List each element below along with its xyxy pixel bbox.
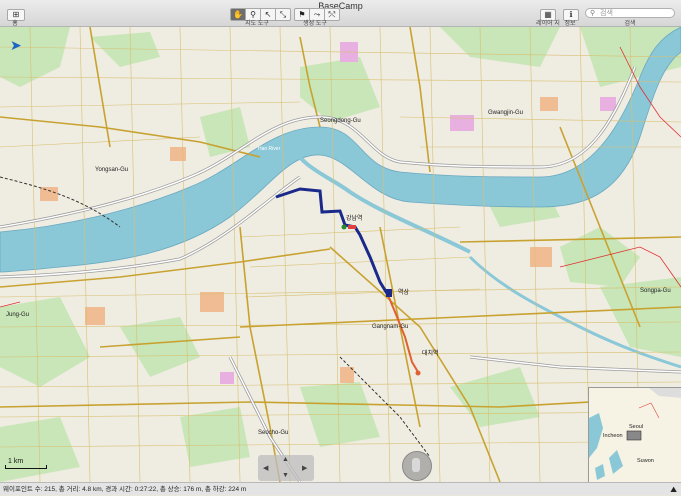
measure-tool-icon[interactable]: ⤡ (276, 8, 291, 21)
label-seongdong: Seongdong-Gu (320, 118, 361, 124)
label-songpa: Songpa-Gu (640, 288, 671, 294)
search-icon: ⚲ (590, 10, 596, 17)
label-gwangjin: Gwangjin-Gu (488, 110, 524, 116)
search-input[interactable]: ⚲ 검색 (585, 8, 675, 18)
route-segment-marker (348, 225, 356, 229)
compass-control[interactable] (402, 451, 432, 481)
pan-right-icon[interactable]: ▶ (302, 464, 307, 472)
overview-label-suwon: Suwon (637, 458, 654, 464)
profile-icon[interactable]: ⛰ (670, 483, 677, 496)
status-bar: 웨이포인트 수: 215, 총 거리: 4.8 km, 경과 시간: 0:27:… (0, 482, 681, 495)
pin-label-3: 역삼 (398, 290, 410, 296)
map-tools-label: 지도 도구 (245, 21, 269, 27)
status-text: 웨이포인트 수: 215, 총 거리: 4.8 km, 경과 시간: 0:27:… (3, 486, 247, 493)
label-yongsan: Yongsan-Gu (95, 167, 129, 173)
end-marker[interactable] (415, 370, 421, 376)
create-tools-label: 생성 도구 (303, 21, 327, 27)
pan-left-icon[interactable]: ◀ (263, 464, 268, 472)
info-label: 정보 (564, 21, 576, 27)
scale-bar (5, 465, 47, 469)
compass-needle-icon (412, 458, 420, 472)
search-label: 검색 (624, 21, 636, 27)
north-arrow-icon: ➤ (10, 37, 22, 53)
overview-map[interactable]: Seoul Incheon Suwon (588, 387, 681, 482)
label-gangnam: Gangnam-Gu (372, 324, 409, 330)
pin-label-1: 강남역 (346, 216, 363, 222)
search-placeholder: 검색 (600, 10, 613, 17)
waypoint-marker[interactable] (386, 289, 392, 297)
scale-label: 1 km (8, 458, 24, 465)
overview-label-seoul: Seoul (629, 424, 644, 430)
overview-viewport[interactable] (626, 430, 642, 441)
map-svg (0, 27, 681, 482)
start-marker[interactable] (341, 224, 347, 230)
pan-down-icon[interactable]: ▼ (282, 472, 289, 479)
label-seocho: Seocho-Gu (258, 430, 289, 436)
map-canvas[interactable]: ➤ (0, 27, 681, 482)
river-label: Han River (258, 146, 281, 152)
title-bar: BaseCamp ⊞ 홈 ✋ ⚲ ↖ ⤡ 지도 도구 ⚑ ⤳ ⤲ 생성 도구 ▦… (0, 0, 681, 36)
home-label: 홈 (12, 21, 18, 27)
overview-label-incheon: Incheon (603, 433, 623, 439)
label-jung: Jung-Gu (6, 312, 30, 318)
pan-control[interactable]: ▲ ◀ ▶ ▼ (258, 455, 314, 481)
pan-up-icon[interactable]: ▲ (282, 456, 289, 463)
pin-label-2: 대치역 (422, 351, 439, 357)
